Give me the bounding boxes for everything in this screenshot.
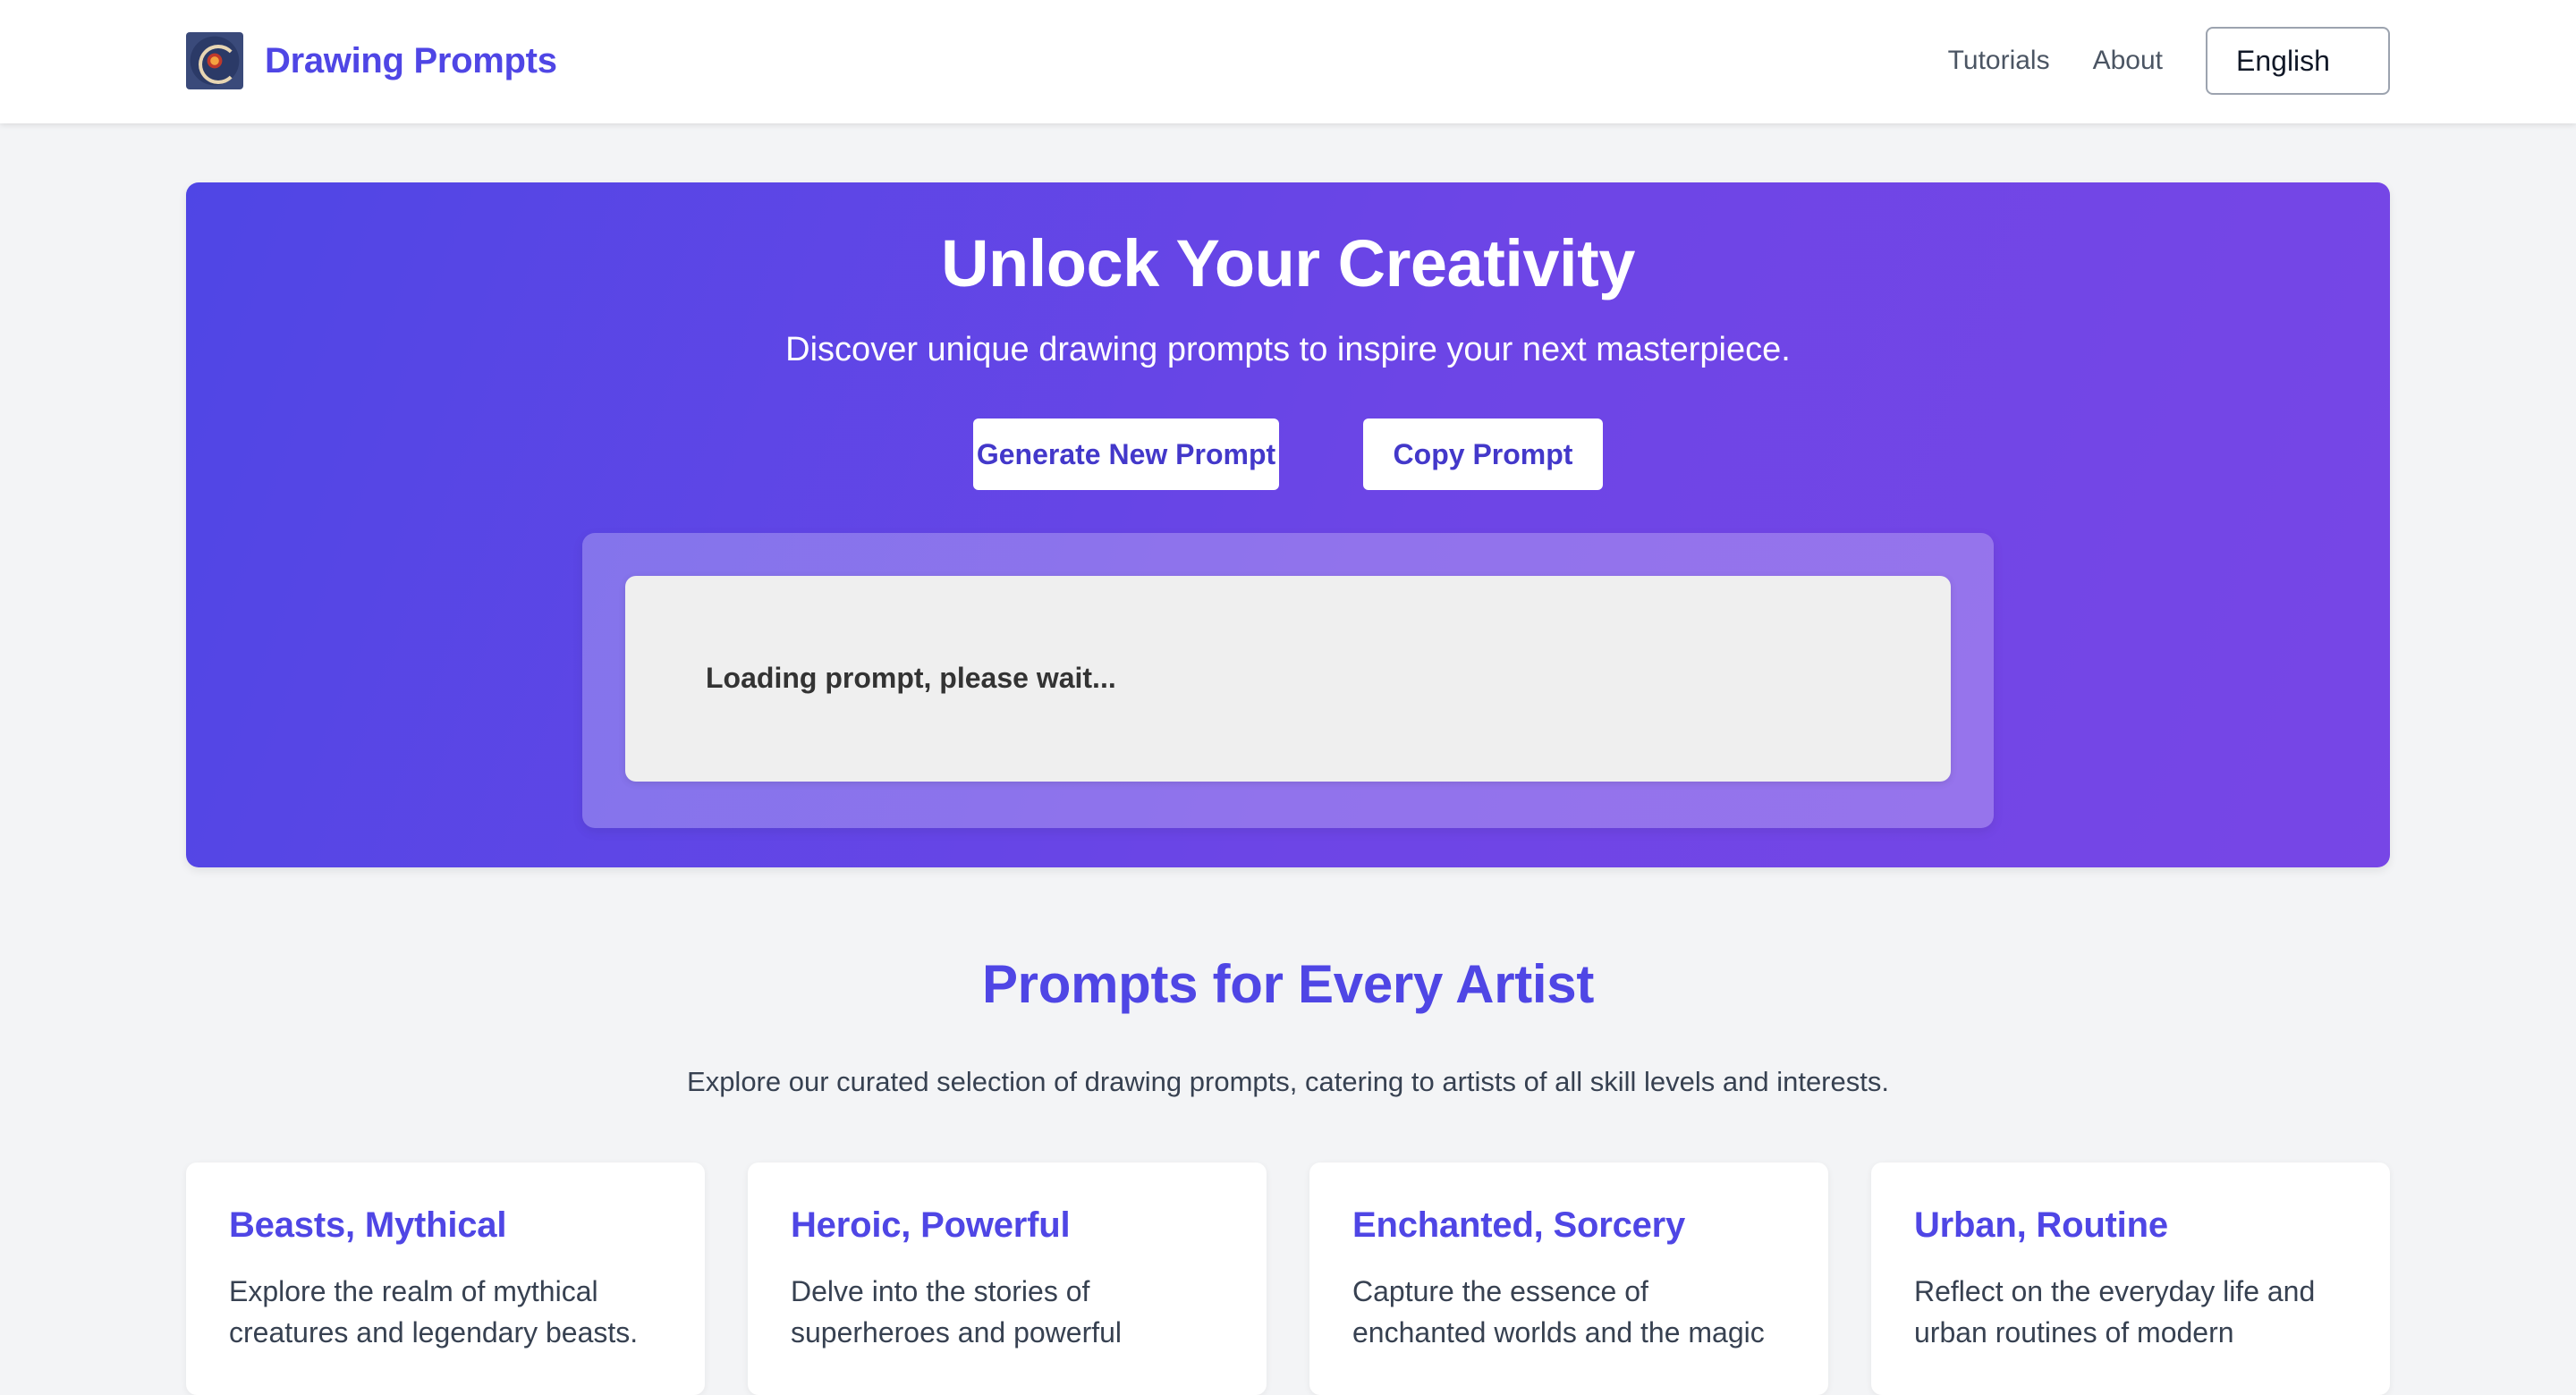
prompt-display: Loading prompt, please wait... xyxy=(625,576,1951,782)
category-card-beasts[interactable]: Beasts, Mythical Explore the realm of my… xyxy=(186,1162,705,1395)
category-cards: Beasts, Mythical Explore the realm of my… xyxy=(186,1162,2390,1395)
brand[interactable]: Drawing Prompts xyxy=(186,32,557,89)
brand-name[interactable]: Drawing Prompts xyxy=(265,41,557,81)
card-title: Urban, Routine xyxy=(1914,1205,2168,1245)
generate-prompt-button[interactable]: Generate New Prompt xyxy=(973,418,1279,490)
prompt-panel: Loading prompt, please wait... xyxy=(582,533,1994,828)
category-card-enchanted[interactable]: Enchanted, Sorcery Capture the essence o… xyxy=(1309,1162,1828,1395)
card-description: Explore the realm of mythical creatures … xyxy=(229,1275,639,1348)
copy-prompt-button[interactable]: Copy Prompt xyxy=(1363,418,1603,490)
card-title: Beasts, Mythical xyxy=(229,1205,507,1245)
language-select[interactable]: English xyxy=(2206,27,2390,95)
nav-link-about[interactable]: About xyxy=(2093,46,2163,76)
language-select-value: English xyxy=(2236,44,2330,77)
card-description: Delve into the stories of superheroes an… xyxy=(791,1275,1123,1348)
top-navbar: Drawing Prompts Tutorials About English xyxy=(0,0,2576,123)
card-title: Heroic, Powerful xyxy=(791,1205,1071,1245)
section-subtitle: Explore our curated selection of drawing… xyxy=(687,1066,1889,1097)
category-card-urban[interactable]: Urban, Routine Reflect on the everyday l… xyxy=(1871,1162,2390,1395)
card-description: Reflect on the everyday life and urban r… xyxy=(1914,1275,2316,1348)
hero-subtitle: Discover unique drawing prompts to inspi… xyxy=(785,331,1791,368)
card-description: Capture the essence of enchanted worlds … xyxy=(1352,1275,1765,1348)
section-title: Prompts for Every Artist xyxy=(981,954,1595,1014)
hero-title: Unlock Your Creativity xyxy=(941,226,1635,300)
prompt-text: Loading prompt, please wait... xyxy=(706,662,1116,694)
nav-link-tutorials[interactable]: Tutorials xyxy=(1948,46,2050,76)
nav-links: Tutorials About English xyxy=(1948,27,2390,95)
card-title: Enchanted, Sorcery xyxy=(1352,1205,1686,1245)
category-card-heroic[interactable]: Heroic, Powerful Delve into the stories … xyxy=(748,1162,1267,1395)
drawing-prompts-logo-icon xyxy=(186,32,243,89)
hero-section: Unlock Your Creativity Discover unique d… xyxy=(186,182,2390,867)
